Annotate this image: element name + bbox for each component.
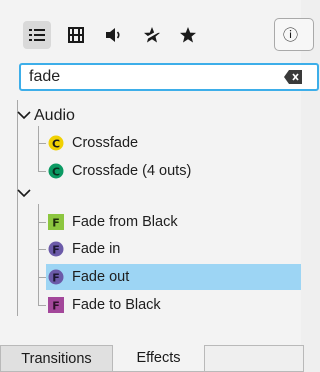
svg-text:C: C <box>52 166 60 179</box>
film-icon <box>68 27 84 43</box>
chevron-down-icon[interactable] <box>17 188 31 198</box>
fade-from-black-badge-icon: F <box>48 214 64 230</box>
effect-label: Fade to Black <box>72 297 161 313</box>
crossfade-badge-icon: C <box>48 163 64 179</box>
fade-out-badge-icon: F <box>48 269 64 285</box>
tree-branch-line <box>38 277 46 278</box>
svg-text:F: F <box>52 300 60 313</box>
video-filter-button[interactable] <box>62 21 90 49</box>
search-field[interactable]: fade <box>19 63 319 91</box>
effect-label: Fade in <box>72 241 121 257</box>
svg-text:F: F <box>52 244 60 257</box>
info-button[interactable]: ⓘ <box>274 18 314 51</box>
custom-filter-button[interactable] <box>138 21 166 49</box>
effects-tree: Audio C Crossfade C Crossfade (4 outs) F… <box>0 100 301 330</box>
effect-item-fade-from-black[interactable]: F Fade from Black <box>0 209 301 235</box>
group-label-audio[interactable]: Audio <box>34 107 75 125</box>
svg-text:C: C <box>52 138 60 151</box>
effect-item-fade-to-black[interactable]: F Fade to Black <box>0 292 301 318</box>
search-input-value[interactable]: fade <box>29 68 60 86</box>
audio-filter-button[interactable] <box>100 21 128 49</box>
tab-effects[interactable]: Effects <box>112 345 205 372</box>
effect-label: Crossfade (4 outs) <box>72 163 192 179</box>
fade-in-badge-icon: F <box>48 241 64 257</box>
effect-label: Crossfade <box>72 135 139 151</box>
effect-label: Fade out <box>72 269 130 285</box>
fade-to-black-badge-icon: F <box>48 297 64 313</box>
effect-item-fade-in[interactable]: F Fade in <box>0 236 301 262</box>
effect-item-fade-out[interactable]: F Fade out <box>46 264 301 290</box>
favorites-filter-button[interactable] <box>174 21 202 49</box>
list-icon <box>29 29 45 41</box>
list-view-button[interactable] <box>23 21 51 49</box>
info-icon: ⓘ <box>283 26 299 44</box>
tab-transitions[interactable]: Transitions <box>0 345 113 372</box>
star-icon <box>180 27 196 43</box>
speaker-icon <box>106 28 120 42</box>
crossfade-badge-icon: C <box>48 135 64 151</box>
effects-panel: ⓘ fade Audio C Crossfade C Crossfade (4 … <box>0 0 319 345</box>
filter-toolbar: ⓘ <box>0 0 314 56</box>
tab-bar-filler <box>204 345 304 372</box>
svg-text:F: F <box>52 217 60 230</box>
effect-item-crossfade[interactable]: C Crossfade <box>0 130 301 156</box>
clear-text-icon[interactable] <box>284 70 302 84</box>
chevron-down-icon[interactable] <box>17 110 31 120</box>
effect-item-crossfade-4-outs[interactable]: C Crossfade (4 outs) <box>0 158 301 184</box>
effect-label: Fade from Black <box>72 214 178 230</box>
star-slashed-icon <box>144 27 160 43</box>
svg-text:F: F <box>52 272 60 285</box>
bottom-tab-bar: Transitions Effects <box>0 345 304 372</box>
